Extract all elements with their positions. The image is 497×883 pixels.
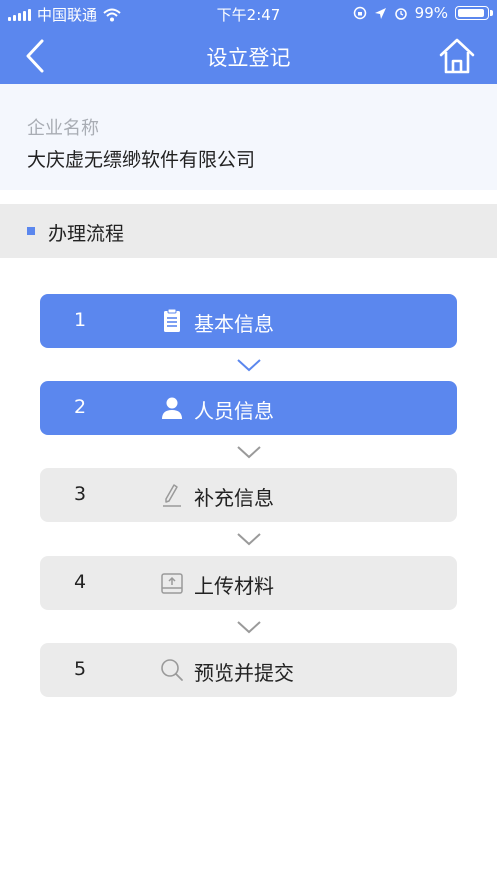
step-preview-submit[interactable]: 5 预览并提交 [40, 643, 457, 697]
step-number: 2 [74, 396, 87, 418]
step-label: 人员信息 [194, 399, 274, 423]
home-button[interactable] [437, 36, 477, 76]
upload-icon [161, 573, 183, 594]
page-title: 设立登记 [206, 46, 291, 70]
company-info: 企业名称 大庆虚无缥缈软件有限公司 [0, 84, 497, 190]
home-icon [439, 38, 475, 74]
search-icon [161, 659, 183, 681]
clipboard-icon [164, 308, 180, 332]
chevron-down-icon [237, 359, 261, 372]
nav-bar: 设立登记 [0, 28, 497, 84]
rotation-lock-icon [353, 6, 366, 20]
step-number: 1 [74, 309, 87, 331]
chevron-down-icon [237, 621, 261, 634]
company-name-value: 大庆虚无缥缈软件有限公司 [27, 149, 256, 171]
step-label: 基本信息 [194, 312, 274, 336]
battery-icon [455, 6, 493, 20]
step-number: 4 [74, 571, 87, 593]
chevron-down-icon [237, 446, 261, 459]
alarm-icon [394, 8, 407, 20]
process-title: 办理流程 [48, 223, 125, 245]
step-label: 补充信息 [194, 486, 274, 510]
person-icon [162, 397, 182, 419]
step-upload-materials[interactable]: 4 上传材料 [40, 556, 457, 610]
process-section-header: 办理流程 [0, 204, 497, 258]
step-number: 3 [74, 483, 87, 505]
status-bar: 中国联通 下午2:47 99% [0, 0, 497, 28]
step-personnel-info[interactable]: 2 人员信息 [40, 381, 457, 435]
pen-icon [163, 484, 181, 507]
company-name-label: 企业名称 [27, 118, 99, 139]
section-marker [27, 227, 35, 235]
battery-percent: 99% [414, 4, 448, 22]
step-label: 预览并提交 [194, 661, 294, 685]
step-basic-info[interactable]: 1 基本信息 [40, 294, 457, 348]
chevron-down-icon [237, 533, 261, 546]
step-supplementary-info[interactable]: 3 补充信息 [40, 468, 457, 522]
top-bar: 中国联通 下午2:47 99% 设立登记 [0, 0, 497, 84]
location-icon [374, 7, 386, 19]
step-label: 上传材料 [194, 574, 274, 598]
step-number: 5 [74, 658, 87, 680]
